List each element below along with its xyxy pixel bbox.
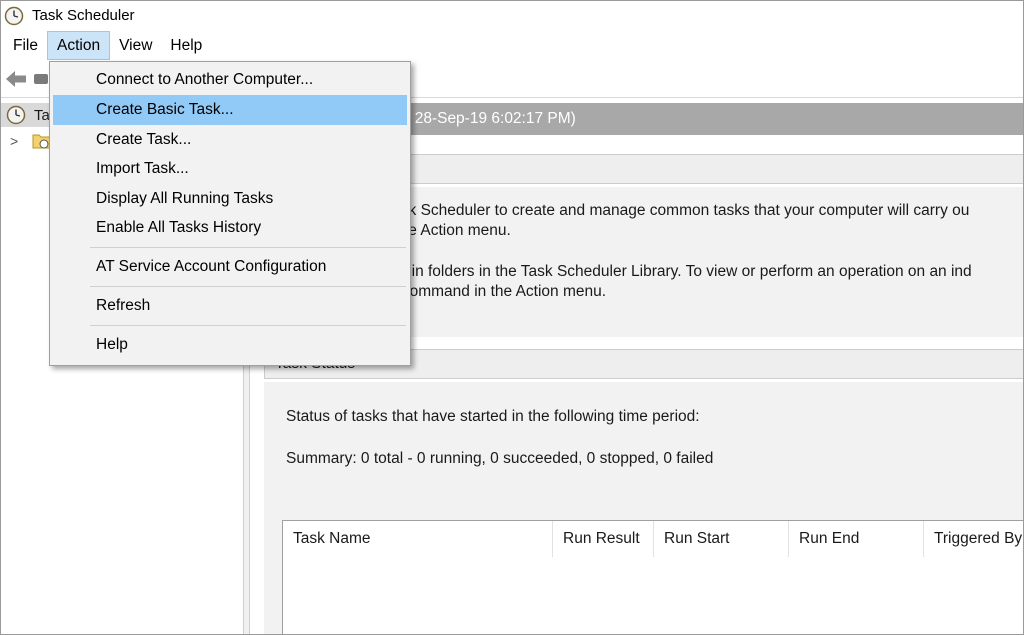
expand-chevron-icon[interactable]: >	[10, 133, 22, 149]
menu-separator	[90, 286, 406, 287]
menu-separator	[90, 247, 406, 248]
column-header-run-start[interactable]: Run Start	[654, 521, 789, 557]
clock-icon	[4, 6, 24, 25]
tree-root-label: Ta	[34, 106, 50, 124]
forward-icon[interactable]	[34, 74, 48, 84]
menu-separator	[90, 325, 406, 326]
title-bar: Task Scheduler	[0, 0, 1024, 31]
overview-line-3: tored in folders in the Task Scheduler L…	[372, 263, 972, 280]
menu-item-refresh[interactable]: Refresh	[53, 291, 407, 321]
menu-item-create-basic-task[interactable]: Create Basic Task...	[53, 95, 407, 125]
column-header-run-end[interactable]: Run End	[789, 521, 924, 557]
menu-bar: File Action View Help	[0, 31, 1024, 60]
menu-item-help[interactable]: Help	[53, 330, 407, 360]
clock-icon	[6, 105, 26, 125]
menu-file[interactable]: File	[4, 31, 47, 60]
menu-view[interactable]: View	[110, 31, 161, 60]
menu-item-connect-to-another-computer[interactable]: Connect to Another Computer...	[53, 65, 407, 95]
back-arrow-icon[interactable]	[5, 70, 27, 88]
overview-line-1: se Task Scheduler to create and manage c…	[364, 202, 970, 219]
menu-item-create-task[interactable]: Create Task...	[53, 125, 407, 155]
menu-help[interactable]: Help	[161, 31, 211, 60]
column-header-run-result[interactable]: Run Result	[553, 521, 654, 557]
menu-item-at-service-account-configuration[interactable]: AT Service Account Configuration	[53, 252, 407, 282]
column-header-task-name[interactable]: Task Name	[283, 521, 553, 557]
action-dropdown-menu: Connect to Another Computer... Create Ba…	[49, 61, 411, 366]
window-title: Task Scheduler	[32, 7, 135, 24]
status-summary-text: Summary: 0 total - 0 running, 0 succeede…	[286, 450, 714, 467]
menu-action[interactable]: Action	[46, 31, 111, 60]
menu-item-display-all-running-tasks[interactable]: Display All Running Tasks	[53, 184, 407, 214]
menu-item-import-task[interactable]: Import Task...	[53, 154, 407, 184]
column-header-triggered-by[interactable]: Triggered By	[924, 521, 1024, 557]
menu-item-enable-all-tasks-history[interactable]: Enable All Tasks History	[53, 213, 407, 243]
task-status-table: Task Name Run Result Run Start Run End T…	[282, 520, 1024, 635]
status-period-text: Status of tasks that have started in the…	[286, 408, 700, 425]
